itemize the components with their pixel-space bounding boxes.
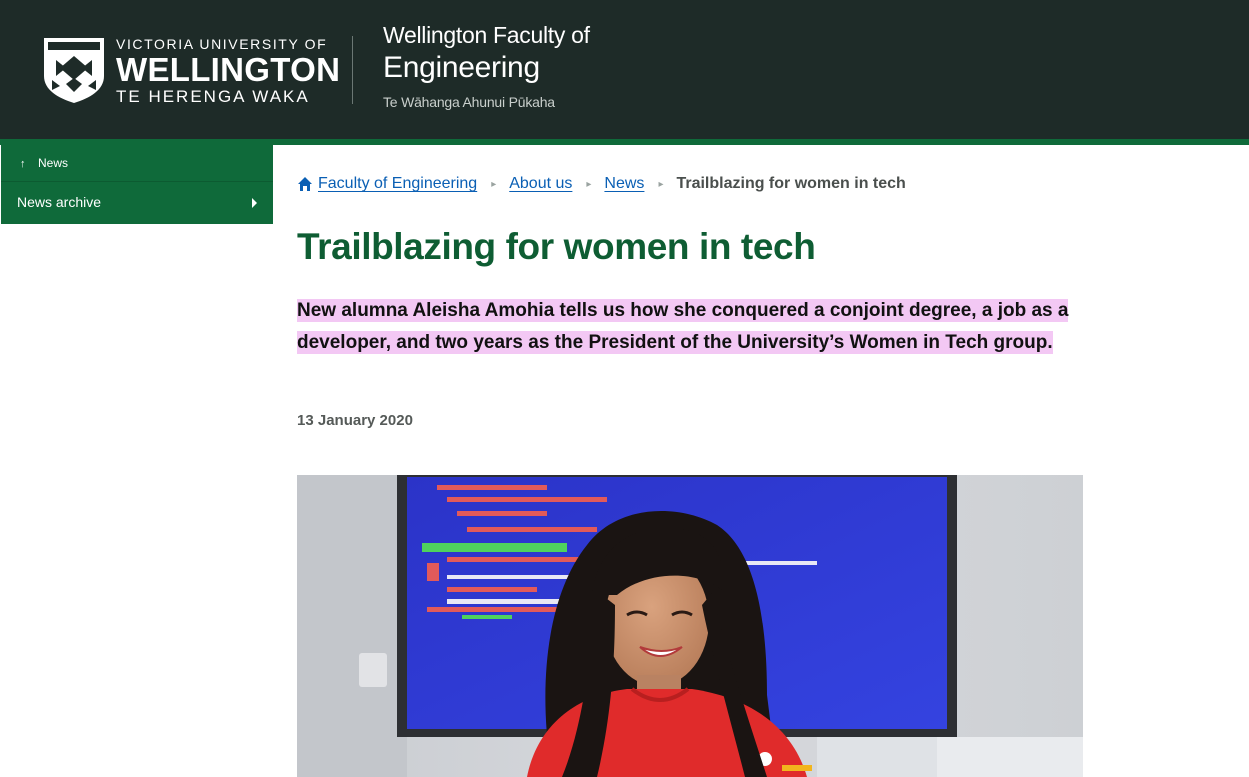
breadcrumb-link-about-us[interactable]: About us — [509, 175, 572, 193]
university-wordmark: VICTORIA UNIVERSITY OF WELLINGTON TE HER… — [116, 36, 340, 107]
hero-image — [297, 475, 1083, 777]
sidenav-item-news-archive[interactable]: News archive — [1, 182, 273, 223]
breadcrumb-separator: ▸ — [658, 178, 664, 190]
university-crest-icon — [44, 38, 104, 103]
breadcrumb-separator: ▸ — [586, 178, 592, 190]
up-arrow-icon: ↑ — [20, 158, 26, 170]
faculty-title-line2: Engineering — [383, 51, 540, 84]
sidenav-up-label: News — [38, 156, 69, 170]
wordmark-sub: TE HERENGA WAKA — [116, 87, 310, 106]
breadcrumb-link-news[interactable]: News — [604, 175, 644, 193]
faculty-maori-name: Te Wāhanga Ahunui Pūkaha — [383, 94, 555, 110]
faculty-title-line1: Wellington Faculty of — [383, 22, 590, 48]
site-header: VICTORIA UNIVERSITY OF WELLINGTON TE HER… — [0, 0, 1249, 139]
university-logo-link[interactable]: VICTORIA UNIVERSITY OF WELLINGTON TE HER… — [42, 36, 340, 106]
page-title: Trailblazing for women in tech — [297, 226, 816, 267]
caret-right-icon — [252, 198, 257, 208]
hero-photo — [297, 475, 1083, 777]
article-intro-text: New alumna Aleisha Amohia tells us how s… — [297, 299, 1069, 354]
breadcrumb-current-page: Trailblazing for women in tech — [676, 175, 906, 192]
home-icon[interactable] — [297, 176, 313, 192]
faculty-title-link[interactable]: Wellington Faculty of Engineering Te Wāh… — [383, 20, 590, 114]
breadcrumb-link-faculty[interactable]: Faculty of Engineering — [318, 175, 477, 193]
breadcrumb-separator: ▸ — [491, 178, 497, 190]
sidenav-item-label: News archive — [17, 194, 102, 210]
wordmark-main: WELLINGTON — [116, 51, 341, 88]
article-intro: New alumna Aleisha Amohia tells us how s… — [297, 295, 1087, 358]
section-sidenav: ↑ News News archive — [1, 145, 273, 224]
breadcrumb: Faculty of Engineering ▸ About us ▸ News… — [297, 172, 906, 196]
publish-date: 13 January 2020 — [297, 412, 413, 429]
header-divider — [352, 36, 353, 104]
sidenav-up-link-news[interactable]: ↑ News — [1, 145, 273, 182]
